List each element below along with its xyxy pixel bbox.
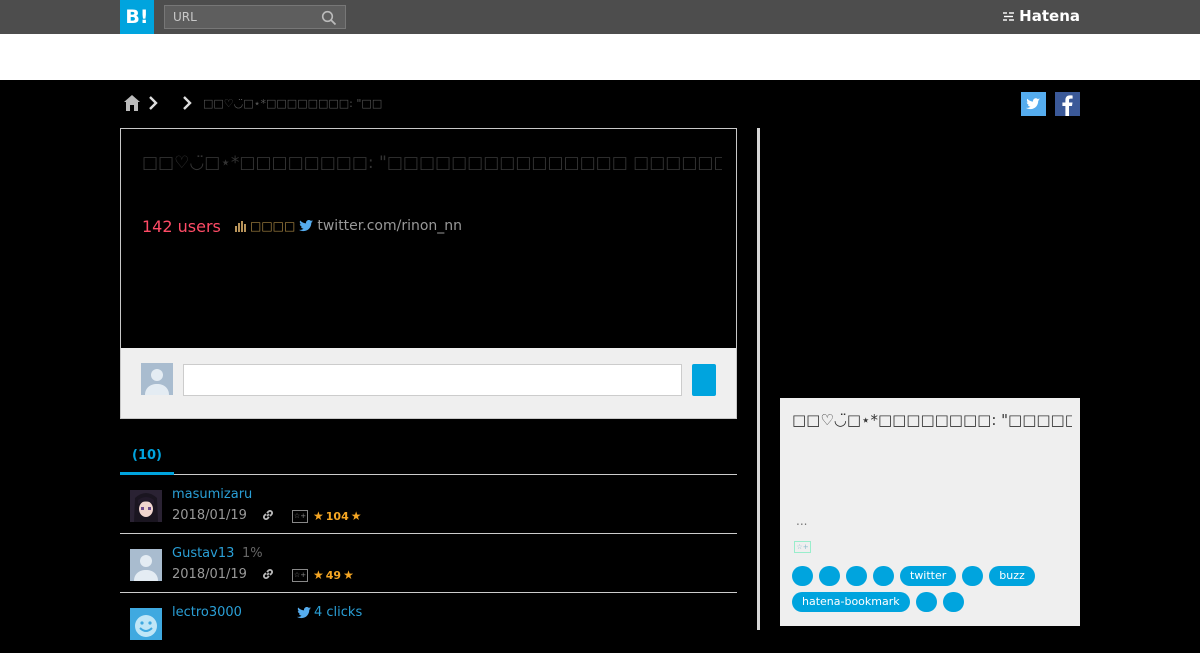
twitter-share-button[interactable] [1021,92,1046,116]
bookmark-row: Gustav13 1% 2018/01/19 ☆+ ★ 49 ★ [120,534,737,593]
hatena-logo-icon [1003,11,1015,21]
bookmark-tabs: (10) [120,440,737,475]
user-avatar-placeholder [141,363,173,395]
default-user-icon [145,369,169,395]
ad-banner-area [0,34,1200,80]
search-icon[interactable] [321,10,337,26]
star-icon: ★ [313,568,324,582]
twitter-icon [1026,98,1040,110]
entry-meta: □□□□ twitter.com/rinon_nn [234,218,462,234]
top-bar: B! Hatena [0,0,1200,34]
anime-avatar-image [130,490,162,522]
home-icon[interactable] [123,94,141,112]
url-search-box [164,5,346,29]
add-star-icon[interactable]: ☆+ [292,509,308,523]
tag-chip-buzz[interactable]: buzz [989,566,1035,586]
entry-card: □□♡◡̈□⋆*□□□□□□□□: "□□□□□□□□□□□□□□□ □□□□□… [120,128,737,419]
sidebar-entry-title[interactable]: □□♡◡̈□⋆*□□□□□□□□: "□□□□□□□□□□□□ [792,411,1072,429]
bookmark-username[interactable]: lectro3000 [172,605,242,620]
tab-popular[interactable]: (10) [120,440,174,475]
bookmark-username[interactable]: Gustav13 [172,546,234,561]
chevron-right-icon [149,96,158,110]
comment-form [121,348,736,418]
bookmark-row: masumizaru 2018/01/19 ☆+ ★ 104 ★ [120,475,737,534]
user-avatar[interactable] [130,490,162,522]
facebook-icon [1062,95,1073,116]
star-icon: ★ [343,568,354,582]
chevron-right-icon [183,96,192,110]
tag-chip-hatena-bookmark[interactable]: hatena-bookmark [792,592,910,612]
star-box: ☆+ ★ 104 ★ [292,509,362,523]
facebook-share-button[interactable] [1055,92,1080,116]
bookmark-percent: 1% [242,546,263,561]
star-count[interactable]: 104 [326,510,349,523]
star-count[interactable]: 49 [326,569,341,582]
tag-chip[interactable] [873,566,894,586]
user-avatar[interactable] [130,608,162,640]
default-user-icon [130,549,162,581]
star-icon: ★ [313,509,324,523]
entry-category[interactable]: □□□□ [250,219,295,233]
bookmark-submit-button[interactable] [692,364,716,396]
tag-chip[interactable] [942,592,964,612]
twitter-bird-icon [299,220,314,232]
bookmark-date[interactable]: 2018/01/19 [172,508,247,523]
star-icon: ★ [350,509,362,523]
sidebar-entry-summary: ... [796,514,808,528]
entry-domain-link[interactable]: twitter.com/rinon_nn [317,218,462,234]
tag-chip[interactable] [915,592,937,612]
bookmark-username[interactable]: masumizaru [172,487,252,502]
hatena-brand-label: Hatena [1019,7,1080,25]
sidebar-entry-card: □□♡◡̈□⋆*□□□□□□□□: "□□□□□□□□□□□□ ... ☆+ t… [780,398,1080,626]
bookmark-row: lectro3000 4 clicks [120,593,737,653]
add-star-icon[interactable]: ☆+ [292,568,308,582]
bookmark-user-count[interactable]: 142 users [142,217,221,236]
add-star-icon[interactable]: ☆+ [794,541,811,553]
permalink-icon[interactable] [261,567,275,581]
url-search-input[interactable] [165,6,315,28]
bookmark-date[interactable]: 2018/01/19 [172,567,247,582]
comment-input[interactable] [183,364,682,396]
tag-list: twitter buzz hatena-bookmark [792,566,1072,612]
star-box: ☆+ ★ 49 ★ [292,568,354,582]
tweet-clicks-label: 4 clicks [314,605,363,620]
twitter-bird-icon [297,606,311,618]
hatena-bookmark-logo[interactable]: B! [120,0,154,34]
hatena-brand-link[interactable]: Hatena [1002,7,1080,25]
tag-chip[interactable] [962,566,984,586]
entry-title[interactable]: □□♡◡̈□⋆*□□□□□□□□: "□□□□□□□□□□□□□□□ □□□□□… [142,153,722,173]
smiley-avatar-image [130,608,162,640]
breadcrumb-current: □□♡◡̈□⋆*□□□□□□□□: "□□ [203,96,383,110]
permalink-icon[interactable] [261,508,275,522]
tag-chip[interactable] [819,566,840,586]
column-divider [757,128,760,630]
tweet-clicks[interactable]: 4 clicks [297,605,362,620]
history-chart-icon[interactable] [234,220,246,232]
tag-chip[interactable] [846,566,867,586]
user-avatar[interactable] [130,549,162,581]
tag-chip[interactable] [792,566,813,586]
breadcrumb: □□♡◡̈□⋆*□□□□□□□□: "□□ [123,93,382,113]
tag-chip-twitter[interactable]: twitter [900,566,957,586]
